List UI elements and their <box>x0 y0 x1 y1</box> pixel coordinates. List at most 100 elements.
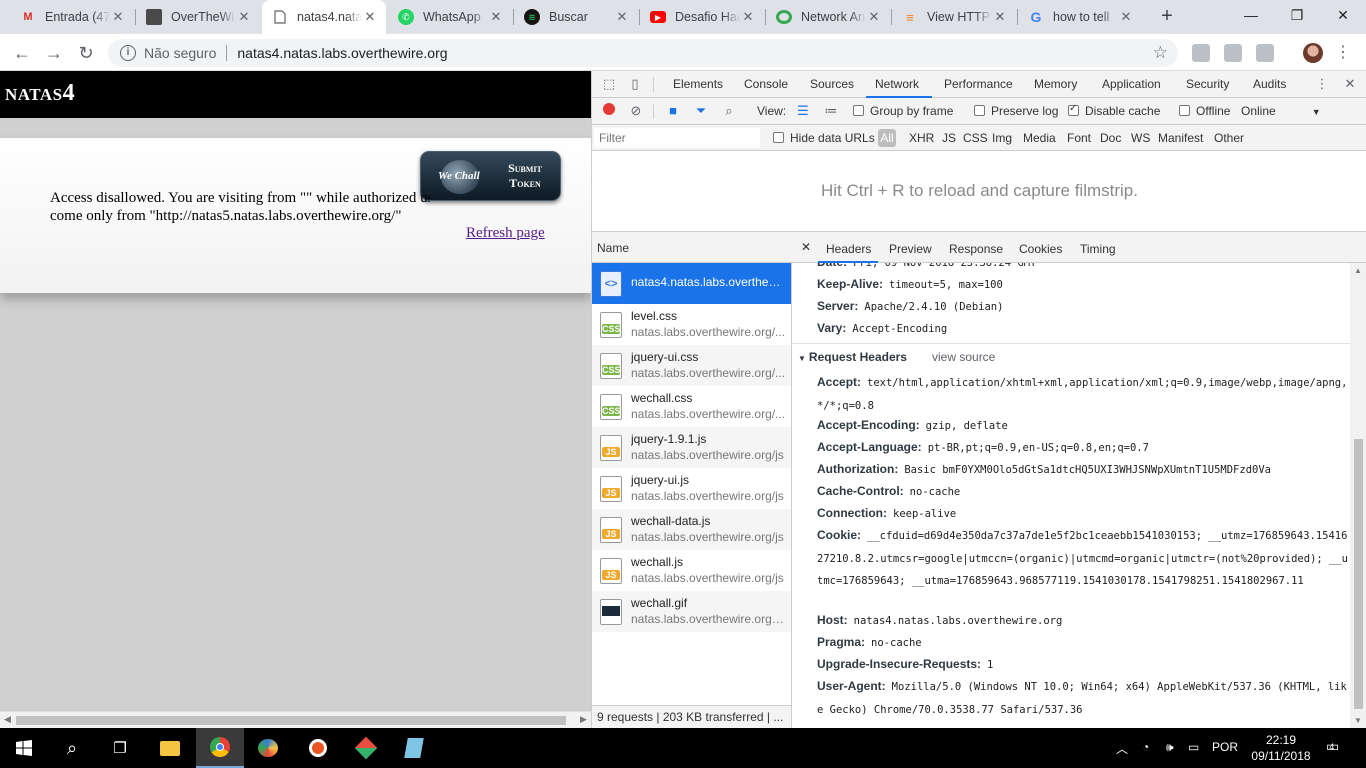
request-row[interactable]: JS wechall-data.js natas.labs.overthewire.… <box>592 509 791 550</box>
waterfall-icon[interactable]: ≔ <box>823 103 839 119</box>
close-icon[interactable]: ✕ <box>740 9 756 25</box>
paint-icon[interactable] <box>244 728 292 768</box>
tab-console[interactable]: Console <box>744 77 788 91</box>
tab-security[interactable]: Security <box>1186 77 1229 91</box>
checkbox[interactable] <box>974 105 985 116</box>
info-icon[interactable]: i <box>120 45 136 61</box>
tab-preview[interactable]: Preview <box>889 242 932 256</box>
close-icon[interactable]: ✕ <box>866 9 882 25</box>
input-language[interactable]: POR <box>1212 740 1238 754</box>
search-icon[interactable]: ⌕ <box>48 728 96 768</box>
filter-type-xhr[interactable]: XHR <box>909 131 934 145</box>
tab-natas4[interactable]: natas4.nata ✕ <box>262 0 386 34</box>
windows-start-icon[interactable] <box>0 728 48 768</box>
tab-sources[interactable]: Sources <box>810 77 854 91</box>
filter-type-other[interactable]: Other <box>1214 131 1244 145</box>
tab-google-search[interactable]: G how to tell ✕ <box>1018 0 1142 34</box>
extension-drive-icon[interactable] <box>1192 44 1210 62</box>
forward-button[interactable]: → <box>42 41 66 65</box>
submit-token-button[interactable]: We Chall Submit Token <box>420 151 561 201</box>
tab-network[interactable]: Network <box>875 77 919 91</box>
tab-whatsapp[interactable]: ✆ WhatsApp ✕ <box>388 0 512 34</box>
close-icon[interactable]: ✕ <box>362 9 378 25</box>
window-close-button[interactable]: ✕ <box>1320 0 1366 30</box>
screenshot-camera-icon[interactable]: ■ <box>665 103 681 119</box>
inspect-element-icon[interactable]: ⬚ <box>601 76 617 92</box>
tab-spotify[interactable]: ≋ Buscar ✕ <box>514 0 638 34</box>
filter-type-all[interactable]: All <box>878 129 896 147</box>
offline-checkbox[interactable]: Offline <box>1179 104 1230 118</box>
request-row[interactable]: JS jquery-1.9.1.js natas.labs.overthewire.… <box>592 427 791 468</box>
request-row[interactable]: JS wechall.js natas.labs.overthewire.org/j… <box>592 550 791 591</box>
filter-type-ws[interactable]: WS <box>1131 131 1150 145</box>
record-icon[interactable] <box>601 103 617 119</box>
volume-icon[interactable]: 🕪 <box>1166 740 1174 755</box>
notepad-icon[interactable] <box>390 728 438 768</box>
checkbox[interactable] <box>853 105 864 116</box>
tab-audits[interactable]: Audits <box>1253 77 1286 91</box>
ubuntu-icon[interactable] <box>294 728 342 768</box>
device-toolbar-icon[interactable]: ▯ <box>627 76 643 92</box>
extension-icon[interactable] <box>1224 44 1242 62</box>
devtools-close-icon[interactable]: ✕ <box>1342 76 1358 92</box>
filter-funnel-icon[interactable]: ⏷ <box>693 103 709 119</box>
checkbox[interactable] <box>1179 105 1190 116</box>
chrome-icon[interactable] <box>196 728 244 768</box>
network-icon[interactable]: ◔ <box>1142 740 1149 754</box>
task-view-icon[interactable]: ❐ <box>96 728 144 768</box>
maximize-button[interactable]: ❐ <box>1274 0 1320 30</box>
disable-cache-checkbox[interactable]: Disable cache <box>1068 103 1160 118</box>
bookmark-star-icon[interactable]: ☆ <box>1153 43 1168 63</box>
scrollbar-thumb[interactable] <box>1354 439 1363 709</box>
scroll-down-icon[interactable]: ▼ <box>1354 716 1362 725</box>
scroll-right-icon[interactable]: ▶ <box>580 714 587 725</box>
chrome-menu-icon[interactable]: ⋮ <box>1335 42 1351 62</box>
scrollbar-thumb[interactable] <box>16 716 566 725</box>
tab-elements[interactable]: Elements <box>673 77 723 91</box>
filter-type-manifest[interactable]: Manifest <box>1158 131 1203 145</box>
address-bar[interactable]: i Não seguro natas4.natas.labs.overthewi… <box>108 39 1178 67</box>
back-button[interactable]: ← <box>10 41 34 65</box>
show-hidden-icons[interactable]: ︿ <box>1116 740 1128 757</box>
filter-type-font[interactable]: Font <box>1067 131 1091 145</box>
view-source-link[interactable]: view source <box>932 350 995 364</box>
clock[interactable]: 22:19 09/11/2018 <box>1246 732 1316 764</box>
tab-overthewire[interactable]: OverTheWi ✕ <box>136 0 260 34</box>
close-icon[interactable]: ✕ <box>614 9 630 25</box>
tab-performance[interactable]: Performance <box>944 77 1013 91</box>
gitkraken-icon[interactable] <box>342 728 390 768</box>
search-icon[interactable]: ⌕ <box>721 103 737 119</box>
action-center-icon[interactable]: ▭4 <box>1326 738 1344 755</box>
horizontal-scrollbar[interactable]: ◀ ▶ <box>0 711 591 728</box>
filter-type-js[interactable]: JS <box>942 131 956 145</box>
request-row[interactable]: CSS jquery-ui.css natas.labs.overthewire.o… <box>592 345 791 386</box>
close-icon[interactable]: ✕ <box>801 240 811 254</box>
request-headers-title[interactable]: ▼ Request Headers <box>798 350 907 364</box>
new-tab-button[interactable]: + <box>1156 5 1178 27</box>
filter-type-media[interactable]: Media <box>1023 131 1056 145</box>
battery-icon[interactable]: ▭ <box>1188 740 1199 754</box>
tab-gmail[interactable]: M Entrada (47 ✕ <box>10 0 134 34</box>
tab-response[interactable]: Response <box>949 242 1003 256</box>
close-icon[interactable]: ✕ <box>236 9 252 25</box>
tab-memory[interactable]: Memory <box>1034 77 1077 91</box>
close-icon[interactable]: ✕ <box>992 9 1008 25</box>
filter-type-css[interactable]: CSS <box>963 131 988 145</box>
tab-application[interactable]: Application <box>1102 77 1161 91</box>
minimize-button[interactable]: — <box>1228 0 1274 30</box>
filter-type-img[interactable]: Img <box>992 131 1012 145</box>
filter-type-doc[interactable]: Doc <box>1100 131 1121 145</box>
tab-timing[interactable]: Timing <box>1080 242 1116 256</box>
close-icon[interactable]: ✕ <box>488 9 504 25</box>
tab-youtube[interactable]: ▶ Desafio Hac ✕ <box>640 0 764 34</box>
name-column-header[interactable]: Name <box>592 232 792 263</box>
request-row[interactable]: CSS level.css natas.labs.overthewire.org/.… <box>592 304 791 345</box>
preserve-log-checkbox[interactable]: Preserve log <box>974 104 1058 118</box>
file-explorer-icon[interactable] <box>146 728 194 768</box>
devtools-menu-icon[interactable]: ⋮ <box>1314 76 1330 92</box>
avatar[interactable] <box>1303 43 1323 63</box>
scroll-up-icon[interactable]: ▲ <box>1354 266 1362 275</box>
checkbox[interactable] <box>773 132 784 143</box>
request-row[interactable]: CSS wechall.css natas.labs.overthewire.org… <box>592 386 791 427</box>
close-icon[interactable]: ✕ <box>110 9 126 25</box>
